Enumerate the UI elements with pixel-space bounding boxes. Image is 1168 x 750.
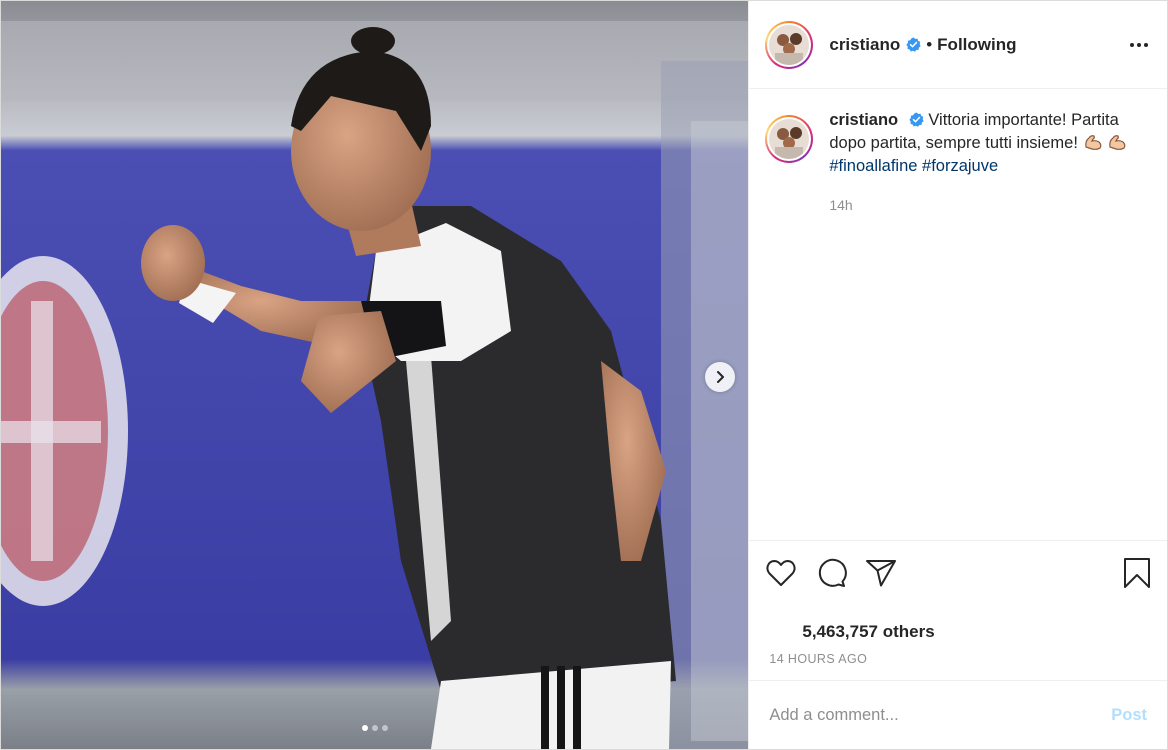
caption-avatar[interactable] bbox=[765, 115, 814, 163]
post-actions-section: 5,463,757 others 14 HOURS AGO bbox=[749, 540, 1167, 680]
like-button[interactable] bbox=[763, 555, 799, 591]
carousel-dot-3 bbox=[381, 725, 388, 731]
caption-username[interactable]: cristiano bbox=[829, 111, 898, 129]
avatar-image bbox=[769, 119, 810, 159]
comment-button[interactable] bbox=[813, 555, 849, 591]
flexed-biceps-icon bbox=[1109, 135, 1126, 150]
verified-badge-icon bbox=[906, 37, 921, 52]
post-photo bbox=[1, 1, 749, 749]
caption-time[interactable]: 14h bbox=[829, 194, 1129, 217]
save-button[interactable] bbox=[1119, 555, 1155, 591]
post-media[interactable] bbox=[1, 1, 749, 749]
heart-icon bbox=[766, 560, 796, 586]
carousel-indicator bbox=[1, 725, 748, 731]
carousel-dot-2 bbox=[371, 725, 378, 731]
bookmark-icon bbox=[1124, 558, 1150, 588]
post-comment-button[interactable]: Post bbox=[1111, 706, 1147, 725]
post-timestamp[interactable]: 14 HOURS AGO bbox=[765, 652, 1151, 666]
post-header: cristiano • Following bbox=[749, 1, 1167, 89]
header-separator: • bbox=[926, 34, 933, 54]
caption: cristiano Vittoria importante! Partita d… bbox=[765, 111, 1151, 217]
caption-body: cristiano Vittoria importante! Partita d… bbox=[829, 109, 1129, 217]
following-button[interactable]: Following bbox=[937, 35, 1016, 55]
flexed-biceps-icon bbox=[1084, 135, 1101, 150]
comments-section: cristiano Vittoria importante! Partita d… bbox=[749, 89, 1167, 540]
avatar-image bbox=[769, 24, 810, 65]
comment-input[interactable] bbox=[769, 705, 1112, 725]
more-options-button[interactable] bbox=[1127, 33, 1151, 57]
hashtag-link[interactable]: #finoallafine bbox=[829, 157, 917, 175]
action-bar bbox=[765, 541, 1151, 603]
hashtag-link[interactable]: #forzajuve bbox=[922, 157, 998, 175]
share-button[interactable] bbox=[863, 555, 899, 591]
add-comment-form: Post bbox=[749, 680, 1167, 749]
carousel-dot-1 bbox=[361, 725, 368, 731]
author-username[interactable]: cristiano bbox=[829, 35, 900, 55]
likes-count[interactable]: 5,463,757 others bbox=[765, 622, 1151, 642]
more-horizontal-icon bbox=[1130, 42, 1148, 47]
verified-badge-icon bbox=[909, 112, 924, 127]
chevron-right-icon bbox=[717, 371, 724, 383]
avatar[interactable] bbox=[765, 20, 814, 69]
comment-bubble-icon bbox=[819, 558, 848, 587]
post-modal: cristiano • Following cristiano Vittoria… bbox=[0, 0, 1168, 750]
paper-plane-icon bbox=[866, 560, 897, 587]
carousel-next-button[interactable] bbox=[705, 362, 735, 392]
post-side-panel: cristiano • Following cristiano Vittoria… bbox=[748, 1, 1167, 749]
